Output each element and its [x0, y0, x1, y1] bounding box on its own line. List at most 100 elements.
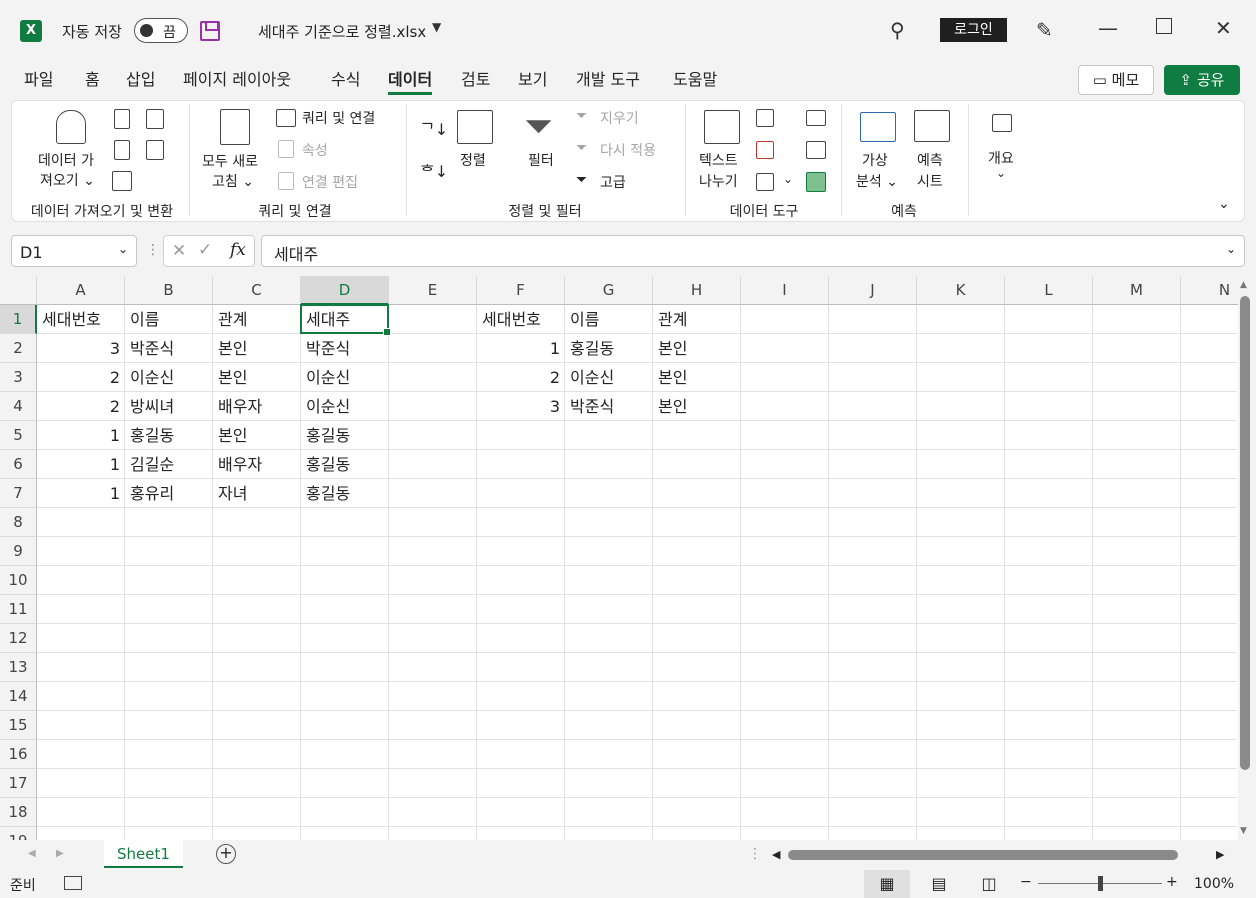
sort-descending-icon[interactable]: ᄒ↓ [420, 158, 448, 182]
row-header-8[interactable]: 8 [0, 508, 37, 537]
row-header-19[interactable]: 19 [0, 827, 37, 840]
scroll-left-icon[interactable]: ◀ [772, 848, 780, 861]
column-header-i[interactable]: I [741, 276, 829, 305]
document-title[interactable]: 세대주 기준으로 정렬.xlsx [258, 21, 426, 42]
outline-button[interactable]: 개요 [988, 148, 1014, 168]
cell-h3[interactable]: 본인 [653, 363, 741, 392]
cell-b3[interactable]: 이순신 [125, 363, 213, 392]
cell-b6[interactable]: 김길순 [125, 450, 213, 479]
cell-g1[interactable]: 이름 [565, 305, 653, 334]
tab-view[interactable]: 보기 [518, 69, 547, 95]
text-to-columns-button-line2[interactable]: 나누기 [699, 171, 738, 191]
tab-formulas[interactable]: 수식 [331, 69, 360, 95]
row-header-14[interactable]: 14 [0, 682, 37, 711]
clear-button[interactable]: 지우기 [600, 108, 639, 128]
existing-connections-icon[interactable] [146, 140, 164, 160]
cell-d7[interactable]: 홍길동 [301, 479, 389, 508]
column-header-c[interactable]: C [213, 276, 301, 305]
pen-icon[interactable]: ✎ [1036, 18, 1053, 42]
cell-f3[interactable]: 2 [477, 363, 565, 392]
cell-h1[interactable]: 관계 [653, 305, 741, 334]
cell-c6[interactable]: 배우자 [213, 450, 301, 479]
save-icon[interactable] [200, 21, 220, 41]
cell-b7[interactable]: 홍유리 [125, 479, 213, 508]
cell-d5[interactable]: 홍길동 [301, 421, 389, 450]
forecast-sheet-button-line2[interactable]: 시트 [917, 171, 943, 191]
enter-icon[interactable]: ✓ [198, 240, 212, 260]
prev-sheet-icon[interactable]: ◀ [28, 848, 36, 859]
flash-fill-icon[interactable] [756, 109, 774, 127]
row-header-18[interactable]: 18 [0, 798, 37, 827]
name-box-dropdown-icon[interactable]: ⌄ [118, 242, 128, 256]
cell-d4[interactable]: 이순신 [301, 392, 389, 421]
insert-function-icon[interactable]: fx [230, 240, 246, 260]
select-all-corner[interactable] [0, 276, 37, 305]
cell-d3[interactable]: 이순신 [301, 363, 389, 392]
row-header-16[interactable]: 16 [0, 740, 37, 769]
cell-d2[interactable]: 박준식 [301, 334, 389, 363]
cell-a5[interactable]: 1 [37, 421, 125, 450]
splitter-icon[interactable]: ⋮ [748, 846, 762, 862]
forecast-sheet-button[interactable]: 예측 [917, 150, 943, 170]
filter-button[interactable]: 필터 [528, 150, 554, 170]
column-header-k[interactable]: K [917, 276, 1005, 305]
tab-home[interactable]: 홈 [85, 69, 100, 95]
recent-sources-icon[interactable] [146, 109, 164, 129]
normal-view-icon[interactable]: ▦ [864, 870, 910, 898]
row-header-10[interactable]: 10 [0, 566, 37, 595]
chevron-down-icon[interactable]: ⌄ [783, 172, 793, 186]
cancel-icon[interactable]: ✕ [172, 241, 186, 261]
cell-c3[interactable]: 본인 [213, 363, 301, 392]
cell-c4[interactable]: 배우자 [213, 392, 301, 421]
chevron-down-icon[interactable]: ⌄ [996, 166, 1006, 180]
column-header-e[interactable]: E [389, 276, 477, 305]
edit-links-button[interactable]: 연결 편집 [302, 172, 358, 192]
row-header-15[interactable]: 15 [0, 711, 37, 740]
scroll-right-icon[interactable]: ▶ [1216, 848, 1224, 861]
cell-b5[interactable]: 홍길동 [125, 421, 213, 450]
remove-duplicates-icon[interactable] [756, 141, 774, 159]
cell-b1[interactable]: 이름 [125, 305, 213, 334]
formula-input[interactable]: 세대주 [261, 235, 1245, 267]
column-header-g[interactable]: G [565, 276, 653, 305]
advanced-button[interactable]: 고급 [600, 172, 626, 192]
data-model-icon[interactable] [806, 172, 826, 192]
cell-a3[interactable]: 2 [37, 363, 125, 392]
column-header-a[interactable]: A [37, 276, 125, 305]
from-web-icon[interactable] [114, 140, 130, 160]
row-header-11[interactable]: 11 [0, 595, 37, 624]
cell-b4[interactable]: 방씨녀 [125, 392, 213, 421]
zoom-level[interactable]: 100% [1194, 876, 1234, 892]
cell-f4[interactable]: 3 [477, 392, 565, 421]
column-header-l[interactable]: L [1005, 276, 1093, 305]
data-validation-icon[interactable] [756, 173, 774, 191]
refresh-all-button-line2[interactable]: 고침 ⌄ [212, 171, 254, 191]
cell-c7[interactable]: 자녀 [213, 479, 301, 508]
cell-a7[interactable]: 1 [37, 479, 125, 508]
get-data-button-line2[interactable]: 져오기 ⌄ [40, 170, 95, 190]
cell-f2[interactable]: 1 [477, 334, 565, 363]
tab-page-layout[interactable]: 페이지 레이아웃 [183, 69, 291, 95]
zoom-out-icon[interactable]: − [1020, 874, 1032, 890]
column-header-b[interactable]: B [125, 276, 213, 305]
row-header-1[interactable]: 1 [0, 305, 37, 334]
relationships-icon[interactable] [806, 141, 826, 159]
row-header-13[interactable]: 13 [0, 653, 37, 682]
column-header-j[interactable]: J [829, 276, 917, 305]
cell-h4[interactable]: 본인 [653, 392, 741, 421]
tab-data[interactable]: 데이터 [388, 69, 433, 95]
cell-d6[interactable]: 홍길동 [301, 450, 389, 479]
sheet-tab-sheet1[interactable]: Sheet1 [104, 840, 183, 868]
consolidate-icon[interactable] [806, 110, 826, 126]
sort-ascending-icon[interactable]: ᄀ↓ [420, 116, 448, 140]
row-header-6[interactable]: 6 [0, 450, 37, 479]
what-if-button[interactable]: 가상 [862, 150, 888, 170]
column-header-h[interactable]: H [653, 276, 741, 305]
row-header-12[interactable]: 12 [0, 624, 37, 653]
search-icon[interactable]: ⚲ [890, 18, 905, 42]
queries-connections-button[interactable]: 쿼리 및 연결 [302, 108, 375, 128]
expand-formula-icon[interactable]: ⌄ [1226, 242, 1236, 256]
tab-help[interactable]: 도움말 [673, 69, 717, 95]
accessibility-icon[interactable] [64, 876, 82, 890]
column-header-n[interactable]: N [1181, 276, 1238, 305]
